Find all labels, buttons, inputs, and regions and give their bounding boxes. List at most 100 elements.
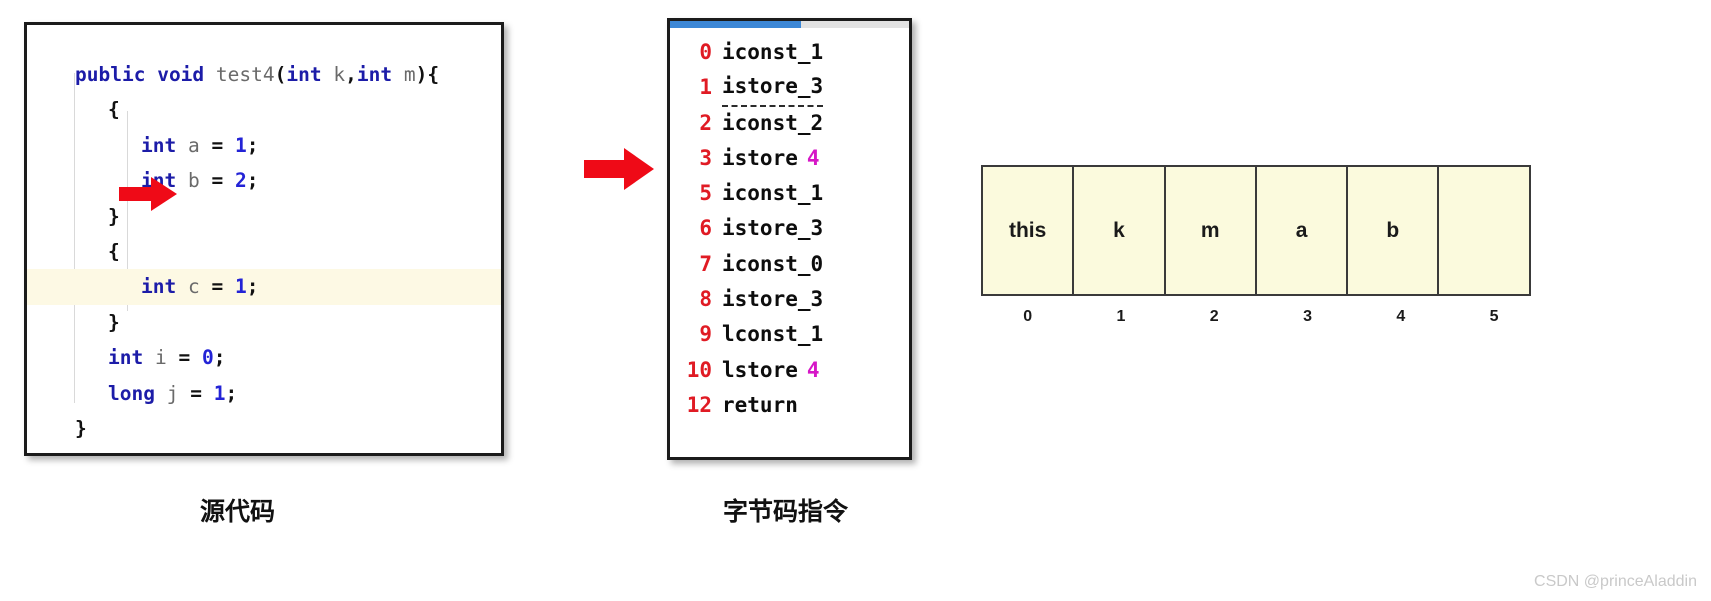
caption-source-code: 源代码	[200, 498, 276, 526]
slot-cell-row: this k m a b	[981, 165, 1541, 296]
code-line: public void test4(int k,int m){	[27, 57, 501, 92]
bytecode-instruction-row[interactable]: 7 iconst_0	[670, 247, 909, 282]
bytecode-instruction-row[interactable]: 12 return	[670, 388, 909, 423]
bytecode-instruction-row[interactable]: 9 lconst_1	[670, 317, 909, 352]
bytecode-instruction-row[interactable]: 0 iconst_1	[670, 35, 909, 70]
code-token: =	[211, 275, 224, 299]
slot-cell: k	[1072, 165, 1166, 296]
code-token: {	[108, 239, 120, 263]
code-line: int i = 0;	[27, 340, 501, 375]
bytecode-offset: 9	[699, 322, 712, 347]
code-token: c	[187, 275, 200, 299]
bytecode-instruction-row[interactable]: 8 istore_3	[670, 282, 909, 317]
progress-bar-track	[670, 21, 909, 28]
code-token: int	[286, 63, 322, 86]
bytecode-opcode: iconst_2	[722, 110, 824, 135]
slot-cell: b	[1346, 165, 1440, 296]
bytecode-opcode: iconst_1	[722, 181, 824, 206]
code-token: test4	[215, 63, 275, 86]
slot-cell: m	[1163, 165, 1257, 296]
code-token: long	[108, 381, 155, 405]
slot-index-label: 3	[1303, 308, 1312, 325]
code-token: {	[427, 63, 440, 86]
code-token: j	[166, 381, 179, 405]
code-token: m	[403, 63, 416, 86]
bytecode-opcode: istore	[722, 145, 798, 170]
bytecode-operand: 4	[806, 357, 820, 382]
code-token: ;	[246, 275, 259, 299]
bytecode-opcode: iconst_1	[722, 40, 824, 64]
code-token: int	[108, 346, 144, 370]
code-token: (	[274, 63, 287, 86]
code-token: }	[75, 416, 87, 440]
code-token: }	[108, 310, 120, 334]
code-token: int	[141, 275, 177, 299]
bytecode-instruction-list: 0 iconst_1 1 istore_3 2 iconst_2 3 istore 4 5 icon…	[670, 35, 909, 423]
code-token: 2	[234, 169, 247, 193]
bytecode-offset: 8	[699, 287, 712, 312]
code-token: i	[154, 346, 167, 370]
code-token: k	[333, 63, 346, 86]
bytecode-instruction-row[interactable]: 2 iconst_2	[670, 106, 909, 141]
bytecode-operand: 4	[806, 145, 820, 170]
code-token: =	[211, 169, 224, 193]
code-line-list: public void test4(int k,int m){{int a = …	[27, 57, 501, 446]
bytecode-offset: 2	[699, 110, 712, 135]
bytecode-offset: 0	[699, 40, 712, 64]
bytecode-instruction-row[interactable]: 5 iconst_1	[670, 176, 909, 211]
slot-index-label: 4	[1396, 308, 1406, 325]
code-line: int b = 2;	[27, 163, 501, 198]
slot-cell: a	[1254, 165, 1349, 296]
bytecode-offset: 7	[699, 251, 712, 276]
bytecode-opcode: istore_3	[722, 69, 824, 108]
code-line: {	[27, 234, 501, 269]
slot-index-label: 5	[1489, 308, 1499, 325]
progress-bar-fill	[670, 21, 802, 28]
code-token: ;	[225, 381, 238, 405]
bytecode-opcode: istore_3	[722, 216, 824, 241]
slot-index-label: 0	[1023, 308, 1033, 325]
code-token: )	[415, 63, 428, 86]
bytecode-instruction-row[interactable]: 10 lstore 4	[670, 353, 909, 388]
code-token: a	[187, 133, 200, 157]
code-token: =	[211, 133, 224, 157]
bytecode-opcode: lconst_1	[722, 322, 824, 347]
code-token: ,	[345, 63, 357, 86]
bytecode-offset: 6	[699, 216, 712, 241]
bytecode-opcode: lstore	[722, 357, 798, 382]
code-token: void	[157, 63, 205, 86]
code-token: }	[108, 204, 120, 228]
code-token: 1	[234, 133, 247, 157]
code-token: 0	[201, 346, 214, 370]
bytecode-instruction-row[interactable]: 1 istore_3	[670, 69, 909, 108]
red-arrow-icon-code	[119, 177, 177, 211]
bytecode-instruction-row[interactable]: 3 istore 4	[670, 141, 909, 176]
slot-cell: this	[981, 165, 1075, 296]
code-token: public	[75, 63, 146, 86]
bytecode-instruction-row[interactable]: 6 istore_3	[670, 211, 909, 246]
code-line: long j = 1;	[27, 376, 501, 411]
bytecode-panel: 0 iconst_1 1 istore_3 2 iconst_2 3 istore 4 5 icon…	[667, 18, 912, 460]
code-line: int a = 1;	[27, 128, 501, 163]
code-line: }	[27, 411, 501, 446]
red-arrow-icon-flow	[584, 148, 654, 190]
code-token: int	[141, 133, 177, 157]
bytecode-opcode: iconst_0	[722, 251, 824, 276]
bytecode-offset: 10	[686, 357, 712, 382]
code-token: ;	[246, 169, 259, 193]
bytecode-offset: 1	[699, 75, 712, 100]
bytecode-offset: 5	[699, 181, 712, 206]
bytecode-opcode: return	[722, 392, 798, 417]
code-token: 1	[213, 381, 226, 405]
